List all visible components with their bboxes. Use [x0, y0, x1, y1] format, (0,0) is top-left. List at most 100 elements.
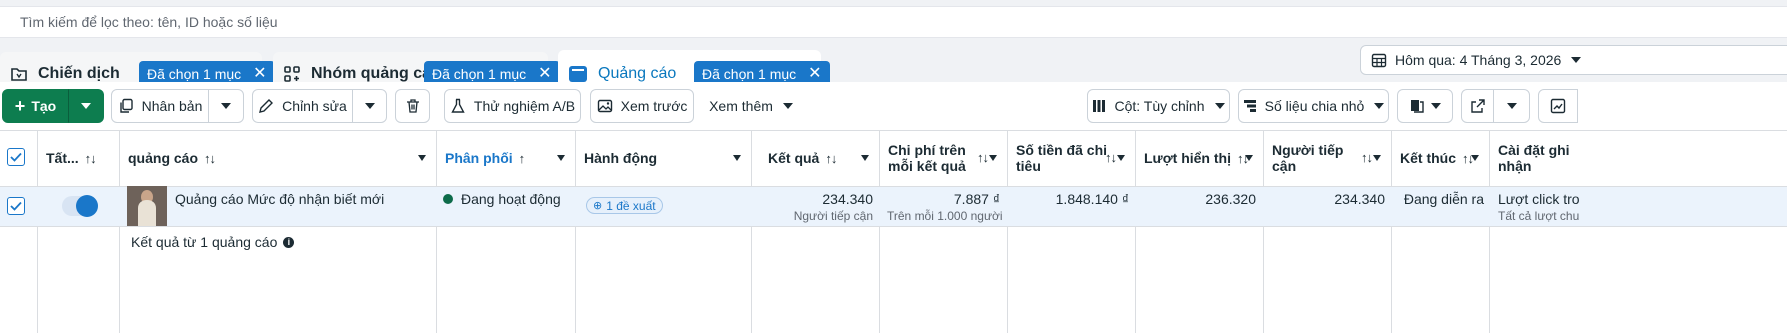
export-icon — [1470, 98, 1486, 114]
columns-icon — [1092, 99, 1106, 113]
calendar-icon — [1371, 52, 1387, 68]
preview-label: Xem trước — [620, 98, 688, 114]
end-value: Đang diễn ra — [1403, 191, 1484, 207]
col-header-label: Người tiếp cận — [1272, 142, 1344, 174]
col-header-cost-per-result[interactable]: Chi phí trên mỗi kết quả ↑↓ — [879, 130, 1007, 186]
check-icon — [10, 201, 22, 211]
chevron-down-icon — [221, 103, 231, 109]
charts-button[interactable] — [1538, 89, 1578, 123]
sort-icon: ↑↓ — [825, 150, 837, 166]
select-all-checkbox[interactable] — [7, 148, 25, 166]
info-icon[interactable]: i — [283, 236, 295, 248]
col-header-delivery[interactable]: Phân phối ↑ — [436, 130, 575, 186]
tab-ad-sets-label: Nhóm quảng cáo — [311, 64, 441, 82]
duplicate-button[interactable]: Nhân bản — [111, 89, 209, 123]
col-header-label: Chi phí trên mỗi kết quả — [888, 142, 966, 174]
close-icon[interactable]: ✕ — [253, 65, 266, 82]
results-value: 234.340 — [822, 191, 873, 207]
chip-label: Đã chọn 1 mục — [702, 66, 797, 82]
export-button[interactable] — [1461, 89, 1494, 123]
col-header-label: Lượt hiển thị — [1144, 150, 1231, 166]
row-checkbox[interactable] — [7, 197, 25, 215]
chevron-down-icon[interactable] — [1373, 155, 1381, 161]
chevron-down-icon[interactable] — [557, 155, 565, 161]
sort-up-icon: ↑ — [518, 150, 525, 166]
chevron-down-icon — [1571, 57, 1582, 63]
impressions-value: 236.320 — [1205, 191, 1256, 207]
results-summary-label: Kết quả từ 1 quảng cáo — [131, 234, 278, 250]
delete-button[interactable] — [395, 89, 430, 123]
ad-status-toggle[interactable] — [62, 195, 98, 217]
col-header-label: Hành động — [584, 150, 658, 166]
search-input[interactable] — [18, 13, 1769, 31]
create-dropdown-button[interactable] — [68, 89, 104, 123]
duplicate-dropdown-button[interactable] — [208, 89, 244, 123]
col-header-label: Tất... — [46, 150, 79, 166]
recommendation-badge[interactable]: ⊕ 1 đề xuất — [586, 197, 663, 214]
ad-thumbnail[interactable] — [127, 186, 167, 226]
ad-name-link[interactable]: Quảng cáo Mức độ nhận biết mới — [175, 191, 384, 207]
chevron-down-icon[interactable] — [861, 155, 869, 161]
chevron-down-icon[interactable] — [1117, 155, 1125, 161]
col-header-label: Số tiền đã chi tiêu — [1016, 142, 1108, 174]
ads-window-icon — [568, 64, 588, 84]
flask-icon — [450, 98, 466, 114]
amount-spent-value: 1.848.140 ₫ — [1055, 191, 1129, 207]
chevron-down-icon[interactable] — [1245, 155, 1253, 161]
ab-test-button[interactable]: Thử nghiệm A/B — [444, 89, 581, 123]
see-more-button[interactable]: Xem thêm — [703, 89, 799, 123]
col-header-attribution-setting[interactable]: Cài đặt ghi nhận — [1489, 130, 1787, 186]
chevron-down-icon[interactable] — [1471, 155, 1479, 161]
export-dropdown-button[interactable] — [1493, 89, 1530, 123]
columns-button[interactable]: Cột: Tùy chỉnh — [1087, 89, 1230, 123]
col-header-label: quảng cáo — [128, 150, 199, 166]
breakdown-label: Số liệu chia nhỏ — [1264, 98, 1365, 114]
preview-button[interactable]: Xem trước — [590, 89, 694, 123]
col-header-amount-spent[interactable]: Số tiền đã chi tiêu ↑↓ — [1007, 130, 1135, 186]
edit-label: Chỉnh sửa — [282, 98, 347, 114]
chip-label: Đã chọn 1 mục — [432, 65, 527, 82]
edit-button[interactable]: Chỉnh sửa — [252, 89, 353, 123]
col-header-label: Kết quả — [768, 150, 820, 166]
col-header-ends[interactable]: Kết thúc ↑↓ — [1391, 130, 1489, 186]
close-icon[interactable]: ✕ — [538, 65, 551, 82]
sort-icon: ↑↓ — [1361, 150, 1373, 165]
active-status-dot — [443, 194, 453, 204]
chevron-down-icon — [1214, 103, 1225, 109]
col-header-label: Kết thúc — [1400, 150, 1456, 166]
chevron-down-icon — [364, 103, 375, 109]
reports-button[interactable] — [1397, 89, 1453, 123]
delivery-status: Đang hoạt động — [461, 191, 561, 207]
check-icon — [10, 152, 22, 162]
col-header-toggle[interactable]: Tất... ↑↓ — [37, 130, 119, 186]
line-chart-icon — [1550, 98, 1566, 114]
attribution-value: Lượt click tro — [1498, 191, 1580, 207]
results-summary: Kết quả từ 1 quảng cáo i — [131, 234, 295, 250]
chevron-down-icon[interactable] — [418, 155, 426, 161]
create-label: Tạo — [31, 98, 57, 114]
chevron-down-icon[interactable] — [733, 155, 741, 161]
col-header-ad[interactable]: quảng cáo ↑↓ — [119, 130, 436, 186]
sort-icon: ↑↓ — [84, 150, 97, 166]
chevron-down-icon[interactable] — [989, 155, 997, 161]
reach-value: 234.340 — [1334, 191, 1385, 207]
chevron-down-icon — [1506, 103, 1517, 109]
col-header-reach[interactable]: Người tiếp cận ↑↓ — [1263, 130, 1391, 186]
trash-icon — [405, 98, 421, 114]
date-range-picker[interactable]: Hôm qua: 4 Tháng 3, 2026 — [1360, 45, 1787, 75]
close-icon[interactable]: ✕ — [808, 66, 821, 82]
pencil-icon — [258, 98, 274, 114]
col-header-actions[interactable]: Hành động — [575, 130, 751, 186]
create-button[interactable]: + Tạo — [2, 89, 69, 123]
arrow-up-circle-icon: ⊕ — [593, 200, 603, 212]
search-bar[interactable] — [0, 6, 1787, 38]
date-range-label: Hôm qua: 4 Tháng 3, 2026 — [1395, 52, 1562, 68]
col-header-results[interactable]: Kết quả ↑↓ — [751, 130, 879, 186]
breakdown-button[interactable]: Số liệu chia nhỏ — [1238, 89, 1389, 123]
col-header-impressions[interactable]: Lượt hiển thị ↑↓ — [1135, 130, 1263, 186]
edit-dropdown-button[interactable] — [352, 89, 387, 123]
report-icon — [1409, 98, 1425, 114]
results-sub: Người tiếp cận — [793, 209, 873, 223]
chevron-down-icon — [1431, 103, 1441, 109]
col-header-label: Cài đặt ghi nhận — [1498, 142, 1570, 174]
